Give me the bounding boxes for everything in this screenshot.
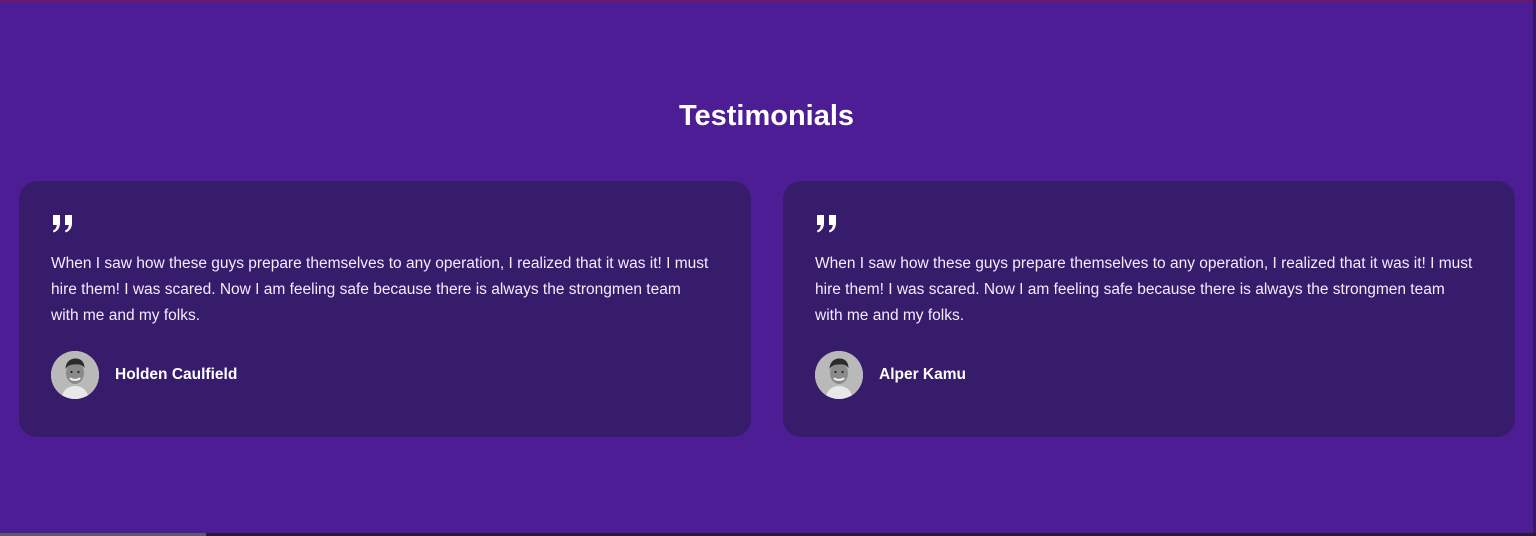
avatar: [815, 351, 863, 399]
testimonial-author: Holden Caulfield: [51, 351, 237, 399]
testimonial-text: When I saw how these guys prepare themse…: [51, 255, 709, 324]
testimonial-author: Alper Kamu: [815, 351, 966, 399]
section-title: Testimonials: [678, 100, 855, 132]
quote-icon: [817, 215, 836, 233]
testimonial-text: When I saw how these guys prepare themse…: [815, 255, 1473, 324]
avatar: [51, 351, 99, 399]
testimonials-section: Testimonials When I saw how these guys p…: [0, 0, 1536, 536]
testimonial-card: When I saw how these guys prepare themse…: [783, 181, 1515, 437]
testimonial-card: When I saw how these guys prepare themse…: [19, 181, 751, 437]
author-name: Holden Caulfield: [115, 366, 238, 383]
author-name: Alper Kamu: [879, 366, 966, 383]
quote-icon: [53, 215, 72, 233]
